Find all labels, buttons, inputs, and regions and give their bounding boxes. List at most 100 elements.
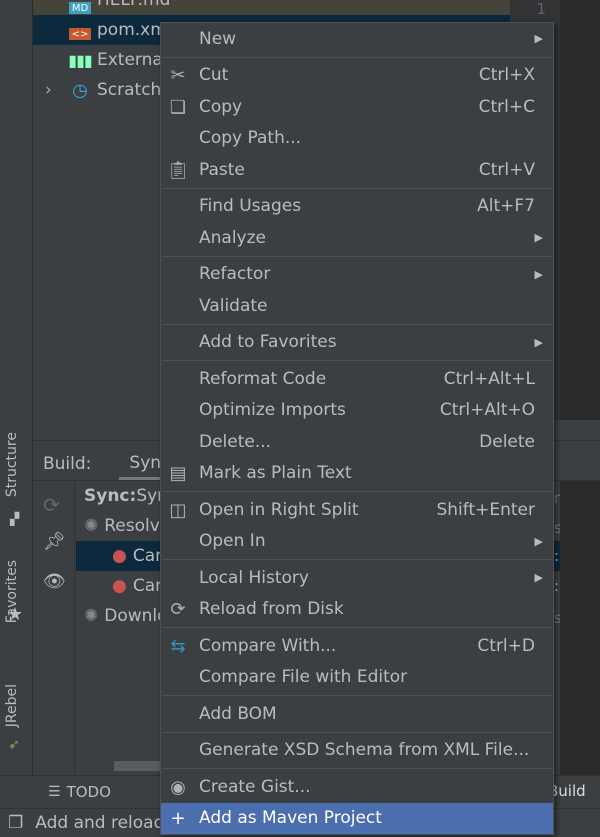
menu-item-label: Reformat Code [199,368,327,389]
tab-todo[interactable]: TODO [67,783,111,801]
menu-item-cut[interactable]: ✂ Cut Ctrl+X [161,60,553,92]
scissors-icon: ✂ [170,65,186,86]
split-icon: ◫ [169,499,187,521]
menu-item-copy[interactable]: ❏ Copy Ctrl+C [161,91,553,123]
plain-text-icon: ▤ [169,463,187,484]
markdown-file-icon: MD [69,2,91,14]
submenu-arrow-icon: ▶ [534,534,543,548]
status-text: Add and reload [35,813,165,833]
line-number: 1 [536,0,546,18]
chevron-right-icon[interactable]: › [45,80,52,100]
tree-item[interactable]: MD HELP.md [33,0,510,15]
menu-item-label: Local History [199,567,309,588]
menu-item-label: Add BOM [199,703,277,724]
menu-item-mark-as-plain-text[interactable]: ▤ Mark as Plain Text [161,458,553,490]
submenu-arrow-icon: ▶ [534,335,543,349]
list-icon: ☰ [48,784,61,800]
menu-item-label: Add as Maven Project [199,808,382,829]
menu-item-shortcut: Alt+F7 [477,196,535,217]
menu-item-add-bom[interactable]: Add BOM [161,698,553,730]
scratches-icon: ◷ [72,79,88,101]
menu-item-new[interactable]: New ▶ [161,23,553,55]
menu-item-label: Reload from Disk [199,599,344,620]
menu-item-label: Open In [199,531,266,552]
menu-item-analyze[interactable]: Analyze ▶ [161,222,553,254]
pin-icon[interactable]: 📌︎ [43,531,66,552]
menu-item-label: Add to Favorites [199,332,337,353]
menu-item-add-to-favorites[interactable]: Add to Favorites ▶ [161,327,553,359]
menu-item-label: Optimize Imports [199,400,346,421]
menu-item-validate[interactable]: Validate [161,290,553,322]
maven-xml-file-icon: <> [69,28,91,40]
build-console [560,481,600,775]
sync-bold: Sync: [84,486,137,506]
menu-item-label: Validate [199,295,268,316]
menu-item-shortcut: Ctrl+C [478,96,535,117]
menu-item-optimize-imports[interactable]: Optimize Imports Ctrl+Alt+O [161,395,553,427]
spinner-icon: ✺ [84,516,99,536]
menu-item-find-usages[interactable]: Find Usages Alt+F7 [161,191,553,223]
copy-icon: ❏ [169,96,187,118]
menu-item-shortcut: Ctrl+Alt+L [443,368,535,389]
submenu-arrow-icon: ▶ [534,267,543,281]
paste-icon: 📋︎ [166,159,190,181]
menu-item-label: Find Usages [199,196,302,217]
reload-icon: ⟳ [170,599,186,620]
star-icon: ★ [7,604,24,625]
github-icon: ◉ [170,776,186,798]
menu-item-reload-from-disk[interactable]: ⟳ Reload from Disk [161,594,553,626]
plus-icon: + [170,808,186,829]
menu-item-label: Delete... [199,431,272,452]
menu-item-label: Refactor [199,264,271,285]
menu-item-paste[interactable]: 📋︎ Paste Ctrl+V [161,154,553,186]
menu-item-compare-with[interactable]: ⇆ Compare With... Ctrl+D [161,630,553,662]
menu-item-shortcut: Ctrl+D [477,635,535,656]
libraries-icon: ▮▮▮ [68,50,92,70]
menu-item-label: New [199,28,237,49]
menu-item-label: Copy [199,96,243,117]
submenu-arrow-icon: ▶ [534,32,543,46]
menu-item-generate-xsd-schema-from-xml-file[interactable]: Generate XSD Schema from XML File... [161,735,553,767]
menu-item-open-in[interactable]: Open In ▶ [161,526,553,558]
menu-item-label: Cut [199,65,229,86]
context-menu: New ▶ ✂ Cut Ctrl+X ❏ Copy Ctrl+C Copy Path... 📋︎ P… [160,22,554,835]
tab-structure[interactable]: Structure [4,432,20,497]
build-label: Build: [43,453,92,474]
compare-icon: ⇆ [170,635,186,657]
tree-item-label: HELP.md [97,0,171,10]
menu-item-add-as-maven-project[interactable]: + Add as Maven Project [161,802,553,834]
submenu-arrow-icon: ▶ [534,231,543,245]
error-icon: ● [112,546,127,566]
window-icon[interactable]: ❐ [8,813,23,833]
menu-item-refactor[interactable]: Refactor ▶ [161,259,553,291]
menu-item-shortcut: Ctrl+V [478,159,535,180]
menu-item-label: Create Gist... [199,776,311,797]
menu-item-label: Copy Path... [199,128,302,149]
structure-icon: ▞ [10,512,20,526]
menu-item-shortcut: Ctrl+X [478,65,535,86]
menu-item-label: Mark as Plain Text [199,463,352,484]
menu-item-reformat-code[interactable]: Reformat Code Ctrl+Alt+L [161,363,553,395]
left-tool-strip: Structure ▞ Favorites ★ JRebel ➶ [0,0,33,808]
menu-item-label: Paste [199,159,245,180]
build-toolbar: ⟳ 📌︎ 👁︎ [33,481,75,775]
submenu-arrow-icon: ▶ [534,571,543,585]
menu-item-copy-path[interactable]: Copy Path... [161,123,553,155]
menu-item-shortcut: Shift+Enter [436,499,535,520]
error-icon: ● [112,576,127,596]
menu-item-delete[interactable]: Delete... Delete [161,426,553,458]
menu-item-shortcut: Ctrl+Alt+O [439,400,535,421]
tab-jrebel[interactable]: JRebel [4,684,20,727]
menu-item-label: Compare With... [199,635,337,656]
menu-item-local-history[interactable]: Local History ▶ [161,562,553,594]
menu-item-open-in-right-split[interactable]: ◫ Open in Right Split Shift+Enter [161,494,553,526]
menu-item-label: Open in Right Split [199,499,359,520]
menu-item-compare-file-with-editor[interactable]: Compare File with Editor [161,662,553,694]
menu-item-shortcut: Delete [479,431,535,452]
menu-item-label: Analyze [199,227,266,248]
eye-icon[interactable]: 👁︎ [43,571,66,592]
rerun-icon[interactable]: ⟳ [43,493,60,517]
menu-item-create-gist[interactable]: ◉ Create Gist... [161,771,553,803]
menu-item-label: Generate XSD Schema from XML File... [199,740,530,761]
spinner-icon: ✺ [84,606,99,626]
